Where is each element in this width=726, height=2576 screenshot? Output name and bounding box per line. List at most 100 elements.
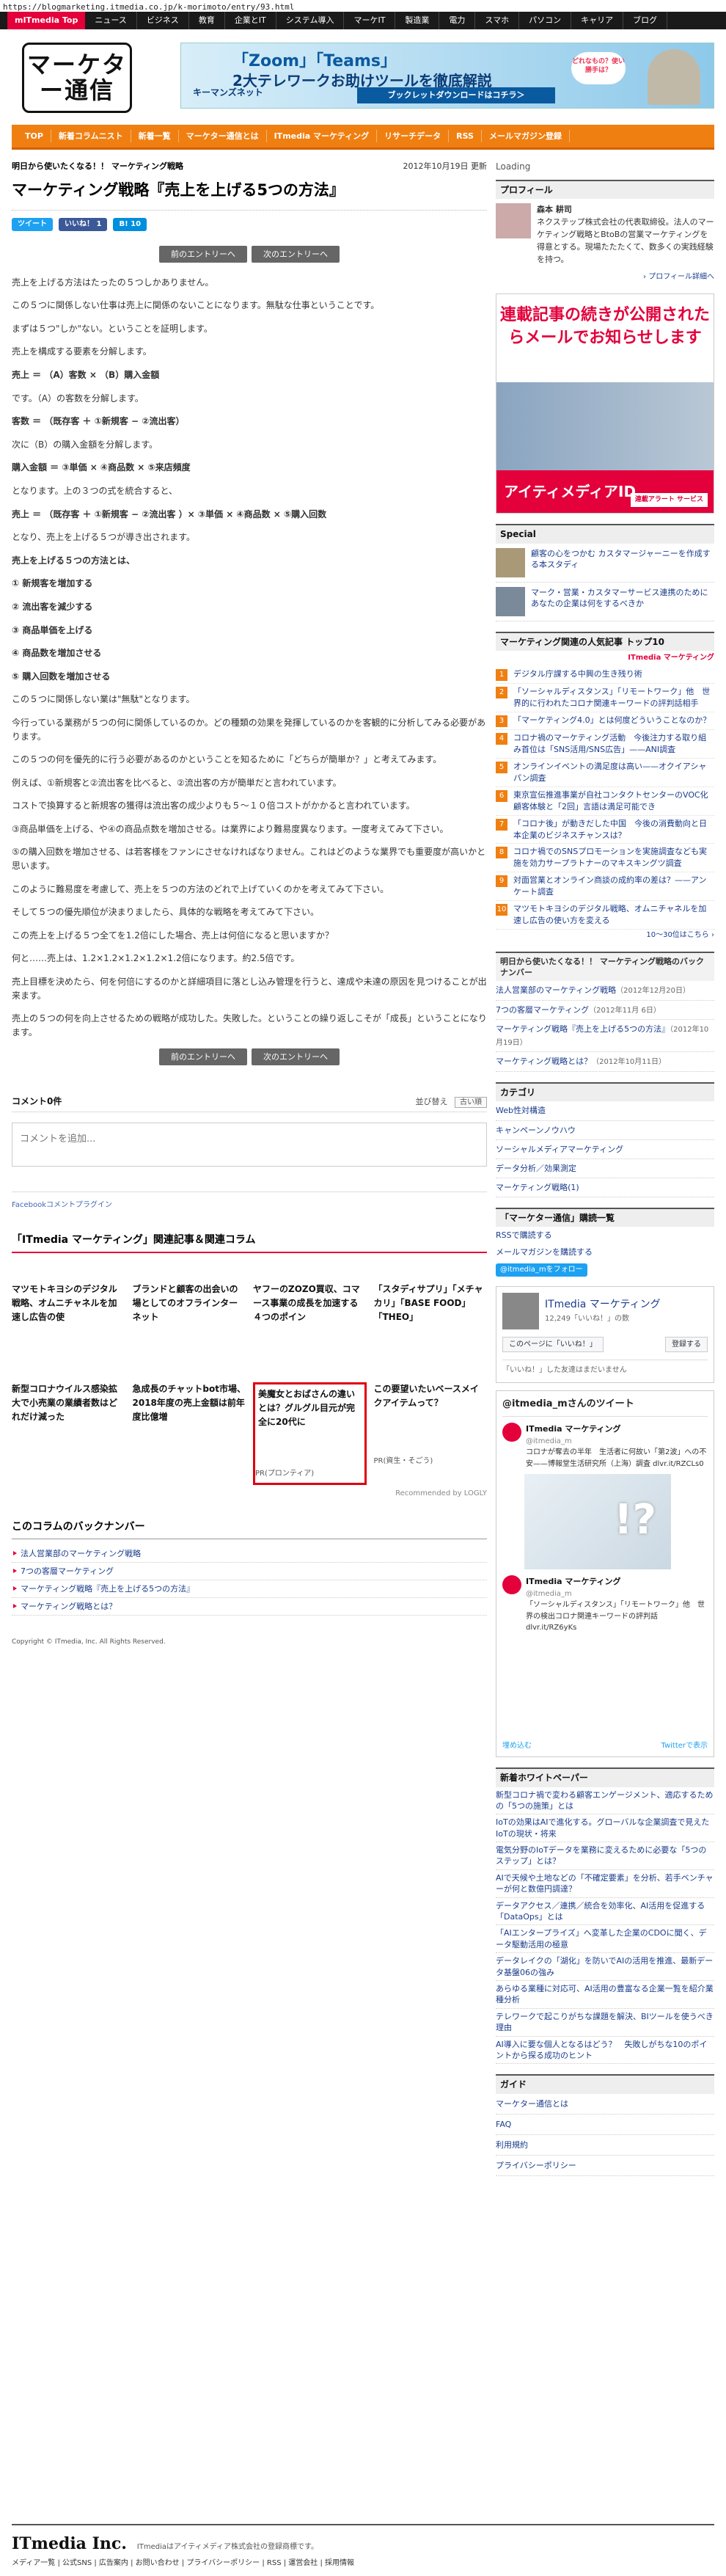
- address-bar[interactable]: https://blogmarketing.itmedia.co.jp/k-mo…: [0, 0, 726, 12]
- fb-page-like-button[interactable]: このページに「いいね！」: [502, 1336, 604, 1353]
- ranking-item[interactable]: 9 対面営業とオンライン商談の成約率の差は？——アンケート調査: [496, 872, 714, 902]
- cat-nav-item[interactable]: メールマガジン登録: [482, 129, 570, 143]
- nav-link[interactable]: 教育: [189, 12, 225, 29]
- series-name[interactable]: 明日から使いたくなる！！ マーケティング戦略: [12, 160, 183, 172]
- header-ad-banner[interactable]: 「Zoom」「Teams」 2大テレワークお助けツールを徹底解説 キーマンズネッ…: [180, 43, 714, 109]
- profile-more-link[interactable]: › プロフィール詳細へ: [496, 270, 714, 283]
- recommended-by[interactable]: Recommended by LOGLY: [12, 1488, 487, 1500]
- cat-nav-item[interactable]: 新着コラムニスト: [51, 129, 131, 143]
- ranking-item[interactable]: 6 東京宣伝推進事業が自社コンタクトセンターのVOC化 顧客体験と「2回」言語は満…: [496, 787, 716, 816]
- facebook-like-button[interactable]: いいね！ 1: [59, 217, 108, 231]
- ranking-item[interactable]: 7 「コロナ後」が動きだした中国 今後の消費動向と日本企業のビジネスチャンスは？: [496, 816, 714, 844]
- backnumber-item[interactable]: 7つの客層マーケティング: [12, 1563, 487, 1581]
- category-item[interactable]: キャンペーンノウハウ: [496, 1121, 714, 1140]
- profile-name[interactable]: 森本 耕司: [537, 203, 714, 216]
- nav-home-link[interactable]: mITmedia Top: [7, 12, 86, 29]
- site-logo[interactable]: マーケター通信: [22, 43, 132, 113]
- nav-link[interactable]: 製造業: [395, 12, 440, 29]
- related-ad-item[interactable]: 美魔女とおばさんの違いとは？グルグル目元が完全に20代に PR(プロンティア): [253, 1382, 367, 1485]
- ranking-more-link[interactable]: 10～30位はこちら ›: [496, 930, 714, 941]
- related-item[interactable]: 急成長のチャットbot市場、2018年度の売上金額は前年度比億増: [133, 1382, 246, 1470]
- prev-entry-button[interactable]: 前のエントリーへ: [159, 245, 247, 263]
- next-entry-button[interactable]: 次のエントリーへ: [252, 245, 340, 263]
- related-item[interactable]: ヤフーのZOZO買収、コマース事業の成長を加速する４つのポイン: [253, 1282, 367, 1371]
- twitter-embed-link[interactable]: 埋め込む: [502, 1740, 532, 1752]
- nav-link[interactable]: マーケIT: [344, 12, 396, 29]
- cat-nav-item[interactable]: マーケター通信とは: [179, 129, 267, 143]
- series-item[interactable]: マーケティング戦略『売上を上げる5つの方法』（2012年10月19日）: [496, 1020, 714, 1053]
- tweet[interactable]: ITmedia マーケティング @itmedia_m 「ソーシャルディスタンス」…: [502, 1575, 708, 1634]
- whitepaper-item[interactable]: あらゆる業種に対応可、AI活用の豊富なる企業一覧を紹介業種分析: [496, 1981, 714, 2009]
- footer-logo[interactable]: ITmedia Inc.: [12, 2531, 127, 2556]
- guide-item[interactable]: FAQ: [496, 2115, 714, 2135]
- comment-input[interactable]: [12, 1123, 487, 1167]
- nav-link[interactable]: キャリア: [571, 12, 624, 29]
- prev-entry-button[interactable]: 前のエントリーへ: [159, 1048, 247, 1066]
- nav-link[interactable]: 電力: [439, 12, 476, 29]
- cat-nav-item[interactable]: リサーチデータ: [377, 129, 450, 143]
- backnumber-item[interactable]: 法人営業部のマーケティング戦略: [12, 1545, 487, 1564]
- sort-select[interactable]: 古い順: [455, 1097, 487, 1109]
- fb-page-follow-button[interactable]: 登録する: [665, 1336, 708, 1353]
- series-item[interactable]: 7つの客層マーケティング（2012年11月 6日）: [496, 1001, 714, 1021]
- guide-item[interactable]: 利用規約: [496, 2135, 714, 2156]
- related-item[interactable]: 「スタディサプリ」「メチャカリ」「BASE FOOD」「THEO」: [374, 1282, 488, 1371]
- ranking-item[interactable]: 3 「マーケティング4.0」とは何度どういうことなのか？: [496, 712, 714, 730]
- related-item[interactable]: この要望いたいベースメイクアイテムって？ PR(資生・そごう): [374, 1382, 488, 1470]
- nav-link[interactable]: ビジネス: [137, 12, 189, 29]
- nav-link[interactable]: 企業とIT: [225, 12, 276, 29]
- guide-item[interactable]: マーケター通信とは: [496, 2094, 714, 2115]
- banner-cta-button[interactable]: ブックレットダウンロードはコチラ＞: [357, 87, 555, 103]
- whitepaper-item[interactable]: 「AIエンタープライズ」へ変革した企業のCDOに聞く、データ駆動活用の極意: [496, 1925, 714, 1954]
- rss-subscribe-link[interactable]: RSSで購読する: [496, 1227, 714, 1244]
- category-item[interactable]: ソーシャルメディアマーケティング: [496, 1140, 714, 1159]
- fb-page-name[interactable]: ITmedia マーケティング: [545, 1297, 661, 1313]
- cat-nav-item[interactable]: ITmedia マーケティング: [267, 129, 378, 143]
- ranking-item[interactable]: 5 オンラインイベントの満足度は高い——オクイアシャパン調査: [496, 759, 714, 787]
- series-item[interactable]: マーケティング戦略とは？（2012年10月11日）: [496, 1052, 714, 1072]
- whitepaper-item[interactable]: データアクセス／連携／統合を効率化、AI活用を促進する「DataOps」とは: [496, 1898, 714, 1926]
- related-item[interactable]: ブランドと顧客の出会いの場としてのオフラインターネット: [133, 1282, 246, 1371]
- facebook-plugin-link[interactable]: Facebookコメントプラグイン: [12, 1191, 487, 1211]
- next-entry-button[interactable]: 次のエントリーへ: [252, 1048, 340, 1066]
- related-item[interactable]: 新型コロナウイルス感染拡大で小売業の業績者数はどれだけ減った: [12, 1382, 125, 1470]
- related-item[interactable]: マツモトキヨシのデジタル戦略、オムニチャネルを加速し広告の使: [12, 1282, 125, 1371]
- backnumber-item[interactable]: マーケティング戦略『売上を上げる5つの方法』: [12, 1580, 487, 1599]
- tweet-image[interactable]: [524, 1474, 671, 1570]
- series-item[interactable]: 法人営業部のマーケティング戦略（2012年12月20日）: [496, 981, 714, 1001]
- whitepaper-item[interactable]: AIで天候や土地などの「不確定要素」を分析、若手ベンチャーが何と数億円調達？: [496, 1870, 714, 1898]
- nav-link[interactable]: スマホ: [475, 12, 520, 29]
- special-item[interactable]: 顧客の心をつかむ カスタマージャーニーを作成する本スタディ: [496, 544, 714, 583]
- whitepaper-item[interactable]: データレイクの「湖化」を防いでAIの活用を推進、最新データ基盤06の強み: [496, 1953, 714, 1981]
- mail-subscribe-link[interactable]: メールマガジンを購読する: [496, 1244, 714, 1260]
- ranking-item[interactable]: 10 マツモトキヨシのデジタル戦略、オムニチャネルを加速し広告の使い方を変える: [496, 901, 714, 930]
- alert-service-ad[interactable]: 連載記事の続きが公開されたらメールでお知らせします アイティメディアID 連載ア…: [496, 293, 714, 514]
- whitepaper-item[interactable]: AI導入に要な個人となるはどう？ 失敗しがちな10のポイントから探る成功のヒント: [496, 2037, 714, 2065]
- hatena-bookmark-button[interactable]: B! 10: [113, 217, 147, 231]
- special-item[interactable]: マーク・営業・カスタマーサービス連携のためにあなたの企業は何をするべきか: [496, 583, 714, 621]
- twitter-view-link[interactable]: Twitterで表示: [661, 1740, 708, 1752]
- category-item[interactable]: マーケティング戦略(1): [496, 1178, 714, 1197]
- ranking-item[interactable]: 2 「ソーシャルディスタンス」「リモートワーク」他 世界的に行われたコロナ関連キー…: [496, 684, 714, 712]
- nav-link[interactable]: ニュース: [85, 12, 137, 29]
- guide-item[interactable]: プライバシーポリシー: [496, 2156, 714, 2177]
- ranking-item[interactable]: 8 コロナ禍でのSNSプロモーションを実施調査なども実施を効力サープラトナーのマキ…: [496, 844, 714, 873]
- tweet-button[interactable]: ツイート: [12, 217, 53, 231]
- whitepaper-item[interactable]: 新型コロナ禍で変わる顧客エンゲージメント、適応するための「5つの施策」とは: [496, 1787, 714, 1815]
- tweet[interactable]: ITmedia マーケティング @itmedia_m コロナが奪去の半年 生活者…: [502, 1423, 708, 1470]
- nav-link[interactable]: パソコン: [519, 12, 572, 29]
- nav-link[interactable]: システム導入: [276, 12, 345, 29]
- ranking-item[interactable]: 1 デジタル庁課する中興の生き残り術: [496, 666, 714, 685]
- backnumber-item[interactable]: マーケティング戦略とは？: [12, 1598, 487, 1616]
- cat-nav-item[interactable]: 新着一覧: [131, 129, 179, 143]
- cat-nav-item[interactable]: RSS: [449, 129, 482, 143]
- footer-links[interactable]: メディア一覧 | 公式SNS | 広告案内 | お問い合わせ | プライバシーポ…: [12, 2558, 714, 2569]
- nav-link[interactable]: ブログ: [623, 12, 668, 29]
- whitepaper-item[interactable]: IoTの効果はAIで進化する。グローバルな企業調査で見えたIoTの現状・将来: [496, 1814, 714, 1843]
- category-item[interactable]: Web性対構造: [496, 1101, 714, 1121]
- category-item[interactable]: データ分析／効果測定: [496, 1159, 714, 1178]
- ranking-item[interactable]: 4 コロナ禍のマーケティング活動 今後注力する取り組み首位は「SNS活用/SNS広…: [496, 730, 714, 759]
- whitepaper-item[interactable]: 電気分野のIoTデータを業務に変えるために必要な「5つのステップ」とは？: [496, 1842, 714, 1870]
- whitepaper-item[interactable]: テレワークで起こりがちな課題を解決、BIツールを使うべき理由: [496, 2009, 714, 2037]
- twitter-follow-button[interactable]: @itmedia_mをフォロー: [496, 1263, 587, 1277]
